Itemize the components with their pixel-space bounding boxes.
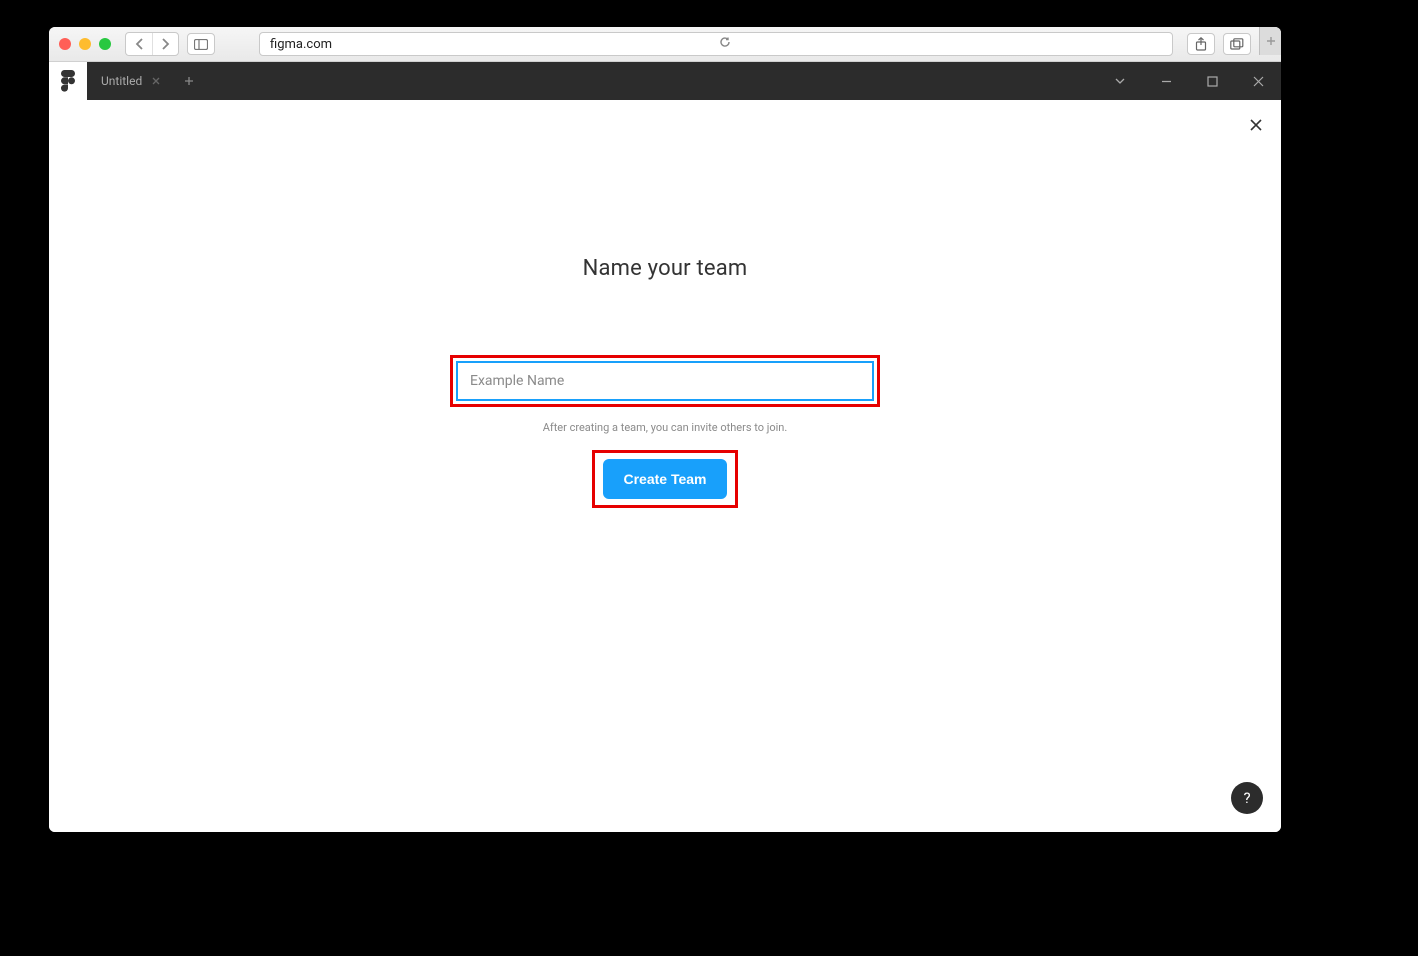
help-icon: ? <box>1243 789 1250 807</box>
app-window-controls <box>1097 62 1281 100</box>
document-tab-close[interactable] <box>152 74 160 88</box>
create-team-highlight: Create Team <box>592 450 737 508</box>
browser-url-text: figma.com <box>270 37 713 52</box>
dialog-title: Name your team <box>450 256 880 281</box>
browser-url-bar[interactable]: figma.com <box>259 32 1173 56</box>
app-minimize-button[interactable] <box>1143 76 1189 87</box>
plus-icon <box>184 76 194 86</box>
create-team-button[interactable]: Create Team <box>603 459 726 499</box>
dialog-close-button[interactable] <box>1245 114 1267 136</box>
dialog-hint: After creating a team, you can invite ot… <box>450 421 880 434</box>
chevron-right-icon <box>161 38 170 50</box>
browser-window: figma.com <box>49 27 1281 832</box>
document-tab-title: Untitled <box>101 74 142 88</box>
sidebar-icon <box>194 39 208 50</box>
app-tab-bar: Untitled <box>49 62 1281 100</box>
window-traffic-lights <box>59 38 111 50</box>
new-document-tab-button[interactable] <box>174 62 204 100</box>
browser-share-button[interactable] <box>1187 33 1215 55</box>
close-icon <box>1249 118 1263 132</box>
help-button[interactable]: ? <box>1231 782 1263 814</box>
figma-logo[interactable] <box>49 62 87 100</box>
browser-new-tab-button[interactable] <box>1259 27 1281 55</box>
browser-refresh-button[interactable] <box>719 36 1162 52</box>
maximize-icon <box>1207 76 1218 87</box>
minimize-icon <box>1161 76 1172 87</box>
share-icon <box>1195 37 1207 51</box>
browser-right-controls <box>1187 33 1271 55</box>
browser-tabs-button[interactable] <box>1223 33 1251 55</box>
window-minimize-button[interactable] <box>79 38 91 50</box>
window-maximize-button[interactable] <box>99 38 111 50</box>
tabs-icon <box>1230 38 1244 50</box>
figma-logo-icon <box>61 70 75 92</box>
team-name-input[interactable] <box>456 361 874 401</box>
plus-icon <box>1266 36 1276 46</box>
app-close-button[interactable] <box>1235 76 1281 87</box>
document-tab[interactable]: Untitled <box>87 62 174 100</box>
browser-nav-buttons <box>125 32 179 56</box>
create-team-dialog: Name your team After creating a team, yo… <box>450 256 880 508</box>
app-menu-dropdown[interactable] <box>1097 78 1143 84</box>
browser-back-button[interactable] <box>126 33 152 55</box>
team-name-highlight <box>450 355 880 407</box>
window-close-button[interactable] <box>59 38 71 50</box>
browser-toolbar: figma.com <box>49 27 1281 62</box>
chevron-left-icon <box>135 38 144 50</box>
app-maximize-button[interactable] <box>1189 76 1235 87</box>
close-icon <box>1253 76 1264 87</box>
close-icon <box>152 77 160 85</box>
content-area: Name your team After creating a team, yo… <box>49 100 1281 832</box>
refresh-icon <box>719 36 731 48</box>
chevron-down-icon <box>1115 78 1125 84</box>
browser-forward-button[interactable] <box>152 33 178 55</box>
browser-sidebar-button[interactable] <box>187 33 215 55</box>
